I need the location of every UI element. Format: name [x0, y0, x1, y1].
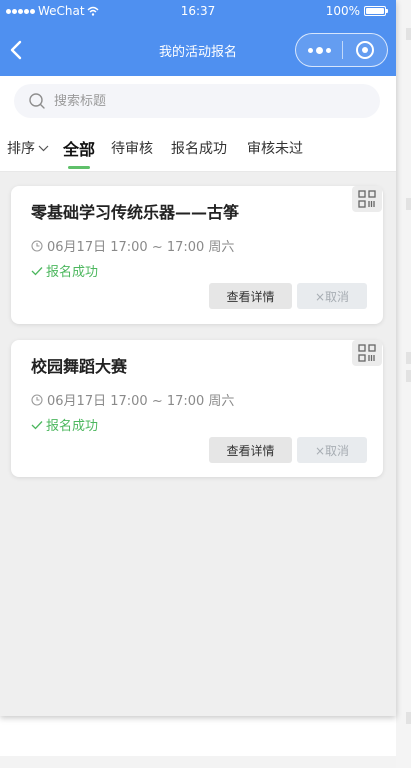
filter-tabs: 排序 全部 待审核 报名成功 审核未过 — [0, 126, 396, 172]
edge-mark — [406, 198, 411, 210]
search-bar — [0, 76, 396, 126]
activity-title: 零基础学习传统乐器——古筝 — [31, 203, 240, 222]
phone-frame: WeChat 16:37 100% 我的活动报名 搜索标题 排序 全部 待审核 … — [0, 0, 396, 716]
cancel-button[interactable]: ×取消 — [297, 437, 367, 463]
background-strip-bottom — [0, 756, 396, 768]
chevron-down-icon — [38, 145, 49, 151]
status-bar: WeChat 16:37 100% — [0, 0, 396, 24]
search-input[interactable] — [54, 93, 354, 109]
status-badge: 报名成功 — [31, 261, 98, 280]
status-right: 100% — [325, 4, 388, 18]
search-box[interactable] — [14, 84, 380, 118]
check-icon — [31, 420, 43, 429]
cancel-button[interactable]: ×取消 — [297, 283, 367, 309]
screen: WeChat 16:37 100% 我的活动报名 搜索标题 排序 全部 待审核 … — [0, 0, 411, 768]
check-icon — [31, 266, 43, 275]
more-dots-icon[interactable] — [296, 34, 342, 66]
status-badge: 报名成功 — [31, 415, 98, 434]
sort-dropdown[interactable]: 排序 — [7, 138, 49, 158]
clock-icon — [31, 239, 43, 252]
status-text: 报名成功 — [46, 265, 99, 280]
sort-label: 排序 — [7, 141, 35, 157]
activity-time-text: 06月17日 17:00 ~ 17:00 周六 — [47, 394, 235, 409]
nav-bar: 我的活动报名 — [0, 24, 396, 76]
view-details-button[interactable]: 查看详情 — [209, 283, 292, 309]
view-details-button[interactable]: 查看详情 — [209, 437, 292, 463]
tab-rejected[interactable]: 审核未过 — [247, 138, 303, 158]
mini-program-capsule — [295, 33, 388, 67]
tab-active-indicator — [68, 166, 90, 169]
close-target-icon[interactable] — [343, 34, 387, 66]
edge-mark — [406, 712, 411, 724]
clock-icon — [31, 393, 43, 406]
battery-icon — [364, 6, 388, 16]
activity-time: 06月17日 17:00 ~ 17:00 周六 — [31, 236, 234, 255]
activity-card: 校园舞蹈大赛 06月17日 17:00 ~ 17:00 周六 报名成功 查看详情… — [11, 340, 383, 477]
edge-mark — [406, 352, 411, 364]
activity-title: 校园舞蹈大赛 — [31, 357, 128, 376]
battery-percent: 100% — [325, 4, 360, 18]
edge-mark — [406, 28, 411, 40]
qr-code-icon[interactable] — [352, 186, 382, 212]
qr-code-icon[interactable] — [352, 340, 382, 366]
activity-time-text: 06月17日 17:00 ~ 17:00 周六 — [47, 240, 235, 255]
tab-success[interactable]: 报名成功 — [171, 138, 227, 158]
background-strip-right — [396, 0, 411, 768]
activity-card: 零基础学习传统乐器——古筝 06月17日 17:00 ~ 17:00 周六 报名… — [11, 186, 383, 324]
status-text: 报名成功 — [46, 419, 99, 434]
search-icon — [29, 93, 45, 109]
tab-pending[interactable]: 待审核 — [111, 138, 153, 158]
edge-mark — [406, 370, 411, 382]
activity-time: 06月17日 17:00 ~ 17:00 周六 — [31, 390, 234, 409]
tab-all[interactable]: 全部 — [63, 136, 95, 160]
